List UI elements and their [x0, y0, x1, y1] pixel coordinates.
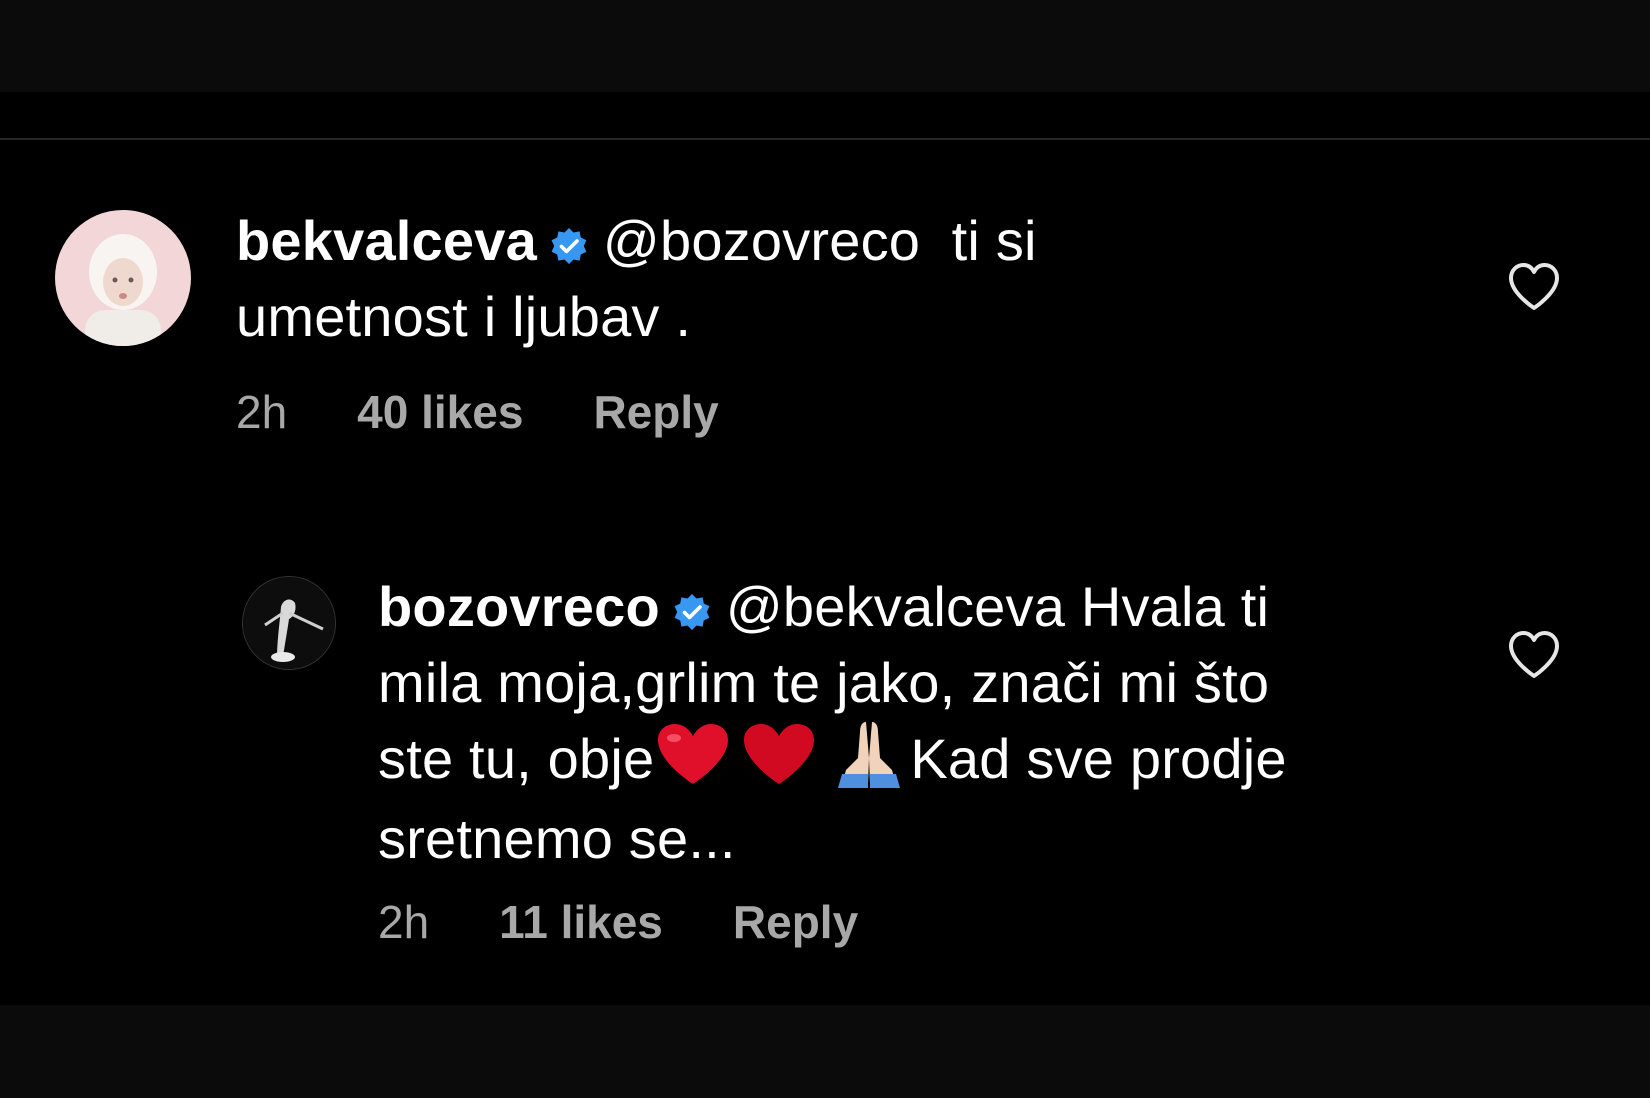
comment-text: bozovreco @bekvalceva Hvala ti mila moja,… [378, 572, 1438, 874]
timestamp: 2h [378, 896, 430, 948]
comment-meta: 2h 40 likes Reply [236, 385, 789, 439]
red-heart-emoji [654, 722, 732, 804]
comment-body: ste tu, obje [378, 727, 655, 790]
comment-body: mila moja,grlim te jako, znači mi što [378, 651, 1270, 714]
mention-link[interactable]: @bekvalceva [726, 575, 1065, 638]
username[interactable]: bekvalceva [236, 209, 537, 272]
avatar[interactable] [242, 576, 336, 670]
verified-badge-icon [549, 212, 589, 282]
comment-meta: 2h 11 likes Reply [378, 895, 928, 949]
verified-badge-icon [672, 578, 712, 648]
likes-count[interactable]: 40 likes [357, 385, 523, 439]
timestamp: 2h [236, 386, 288, 438]
mention-link[interactable]: @bozovreco [603, 209, 920, 272]
reply-button[interactable]: Reply [593, 385, 718, 439]
top-bar [0, 0, 1650, 92]
header-divider [0, 138, 1650, 140]
comment-body: Hvala ti [1080, 575, 1270, 638]
comment-body: ti si [951, 209, 1037, 272]
avatar[interactable] [55, 210, 191, 346]
username[interactable]: bozovreco [378, 575, 660, 638]
comment-body: umetnost i ljubav . [236, 285, 692, 348]
bottom-bar [0, 1005, 1650, 1098]
comment-body: sretnemo se... [378, 807, 736, 870]
heart-outline-icon[interactable] [1507, 262, 1561, 312]
folded-hands-emoji [828, 718, 910, 804]
heart-outline-icon[interactable] [1507, 630, 1561, 680]
likes-count[interactable]: 11 likes [499, 895, 663, 949]
comment-body: Kad sve prodje [910, 727, 1287, 790]
red-heart-emoji [740, 722, 818, 804]
reply-button[interactable]: Reply [733, 895, 858, 949]
comment-text: bekvalceva @bozovreco ti si umetnost i lj… [236, 206, 1436, 352]
